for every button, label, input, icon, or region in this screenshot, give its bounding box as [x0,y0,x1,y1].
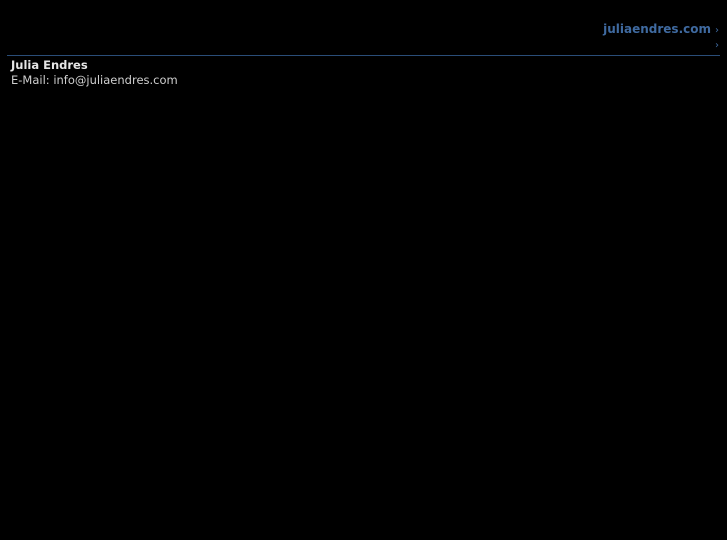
contact-email-row: E-Mail: info@juliaendres.com [11,73,178,88]
breadcrumb-home-link[interactable]: juliaendres.com [603,22,711,37]
contact-name: Julia Endres [11,58,88,72]
breadcrumb-chevron-right-icon: › [715,25,719,36]
contact-block: Julia Endres E-Mail: info@juliaendres.co… [11,58,178,88]
breadcrumb-chevron-right-icon: › [715,40,719,51]
breadcrumb-row: › [603,38,719,53]
bottom-strip [0,540,727,545]
breadcrumb-row: juliaendres.com › [603,22,719,38]
header-divider [7,55,720,56]
breadcrumb: juliaendres.com › › [603,22,719,53]
contact-email-label: E-Mail: [11,73,50,87]
contact-email-value: info@juliaendres.com [53,73,178,87]
page: juliaendres.com › › Julia Endres E-Mail:… [0,0,727,540]
